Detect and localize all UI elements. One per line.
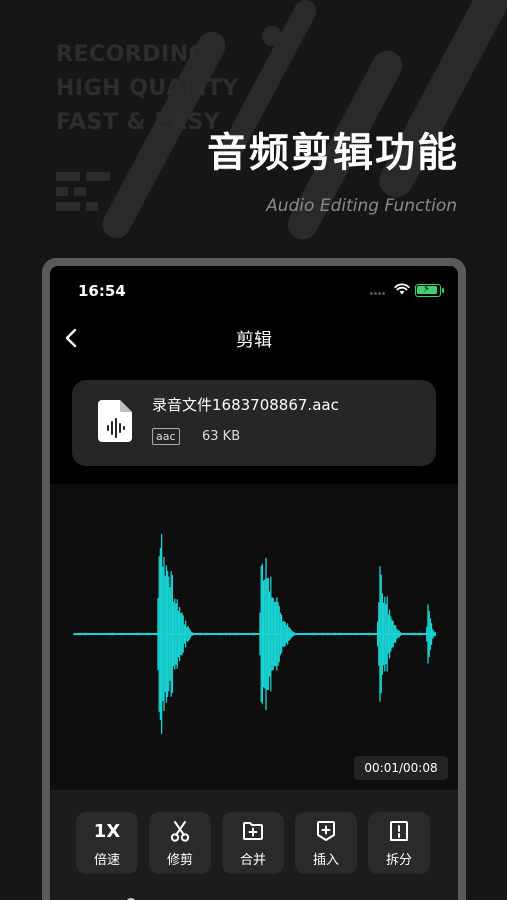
insert-plus-icon [317,821,335,841]
wifi-icon [394,283,410,295]
decorative-dot [262,26,282,46]
trim-label: 修剪 [166,853,193,868]
audio-file-icon [98,400,132,442]
audio-waveform[interactable] [50,484,458,790]
status-bar: 16:54 ⚡ [50,266,458,316]
signal-icon [370,292,390,296]
speed-button[interactable]: 1X 倍速 [76,812,138,874]
file-size: 63 KB [202,429,241,444]
split-icon [390,821,408,841]
speed-icon: 1X [93,820,121,842]
promo-banner: RECORDING HIGH QUALITY FAST & EASY 音频剪辑功… [0,0,507,260]
trim-button[interactable]: 修剪 [149,812,211,874]
file-info-card[interactable]: 录音文件1683708867.aac aac 63 KB [72,380,436,466]
split-label: 拆分 [385,853,412,868]
file-name: 录音文件1683708867.aac [152,396,339,414]
edit-toolbar: 1X 倍速 修剪 合并 插入 拆分 [50,790,458,900]
speed-label: 倍速 [93,853,120,868]
app-screen: 16:54 ⚡ 剪辑 录音文件1683708867.aac aac 63 KB … [50,266,458,900]
insert-label: 插入 [312,853,339,868]
page-title: 剪辑 [236,330,272,351]
tagline-recording: RECORDING [56,42,208,67]
file-format-badge: aac [152,428,180,445]
merge-button[interactable]: 合并 [222,812,284,874]
promo-subtitle: Audio Editing Function [266,196,457,216]
playback-time: 00:01/00:08 [354,756,448,780]
status-time: 16:54 [78,282,126,300]
nav-bar: 剪辑 [50,318,458,358]
waveform-editor[interactable]: 00:01/00:08 [50,484,458,790]
scissors-icon [170,821,190,842]
insert-button[interactable]: 插入 [295,812,357,874]
promo-title: 音频剪辑功能 [207,130,459,176]
tagline-fast: FAST & EASY [56,110,221,135]
split-button[interactable]: 拆分 [368,812,430,874]
tagline-quality: HIGH QUALITY [56,76,239,101]
battery-charging-icon: ⚡ [415,284,444,297]
merge-label: 合并 [239,853,266,868]
folder-plus-icon [243,822,263,840]
